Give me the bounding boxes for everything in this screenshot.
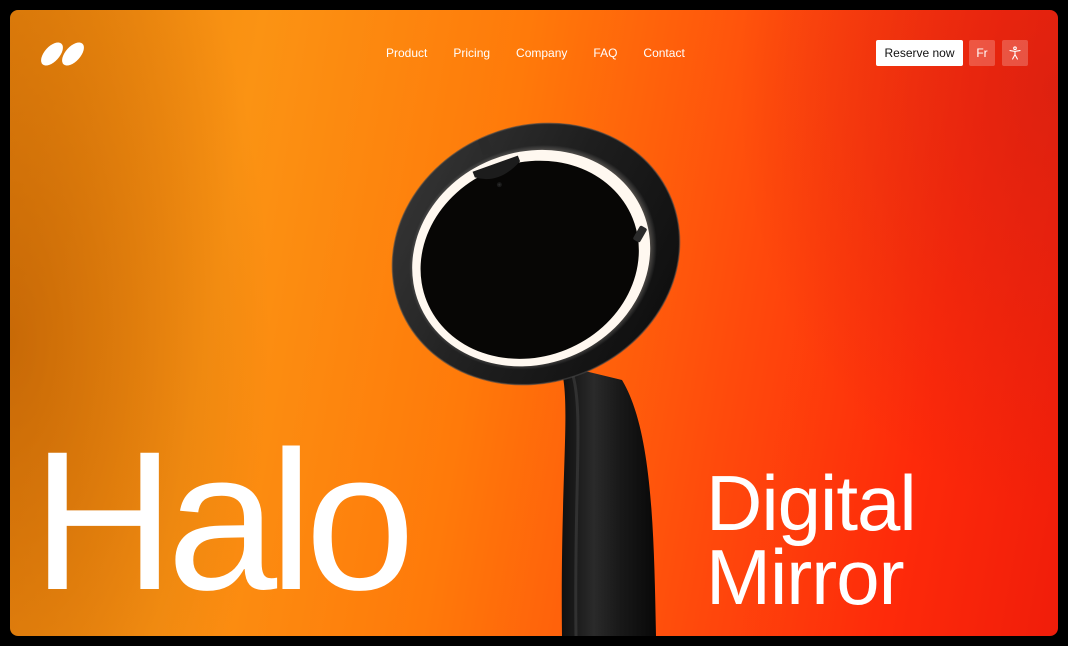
hero-title: Halo (32, 410, 415, 631)
nav-link-product[interactable]: Product (386, 45, 427, 61)
reserve-now-button[interactable]: Reserve now (876, 40, 963, 66)
language-toggle-button[interactable]: Fr (969, 40, 995, 66)
nav-link-company[interactable]: Company (516, 45, 567, 61)
hero-section: Product Pricing Company FAQ Contact Rese… (10, 10, 1058, 636)
hero-subtitle-line-1: Digital (706, 459, 917, 547)
accessibility-icon (1009, 46, 1021, 60)
hero-subtitle-line-2: Mirror (706, 533, 905, 621)
accessibility-button[interactable] (1002, 40, 1028, 66)
nav-link-pricing[interactable]: Pricing (453, 45, 490, 61)
brand-logo-icon[interactable] (40, 40, 86, 68)
nav-link-contact[interactable]: Contact (643, 45, 684, 61)
main-nav: Product Pricing Company FAQ Contact (386, 45, 685, 61)
halo-mirror-image (391, 122, 681, 636)
nav-link-faq[interactable]: FAQ (593, 45, 617, 61)
